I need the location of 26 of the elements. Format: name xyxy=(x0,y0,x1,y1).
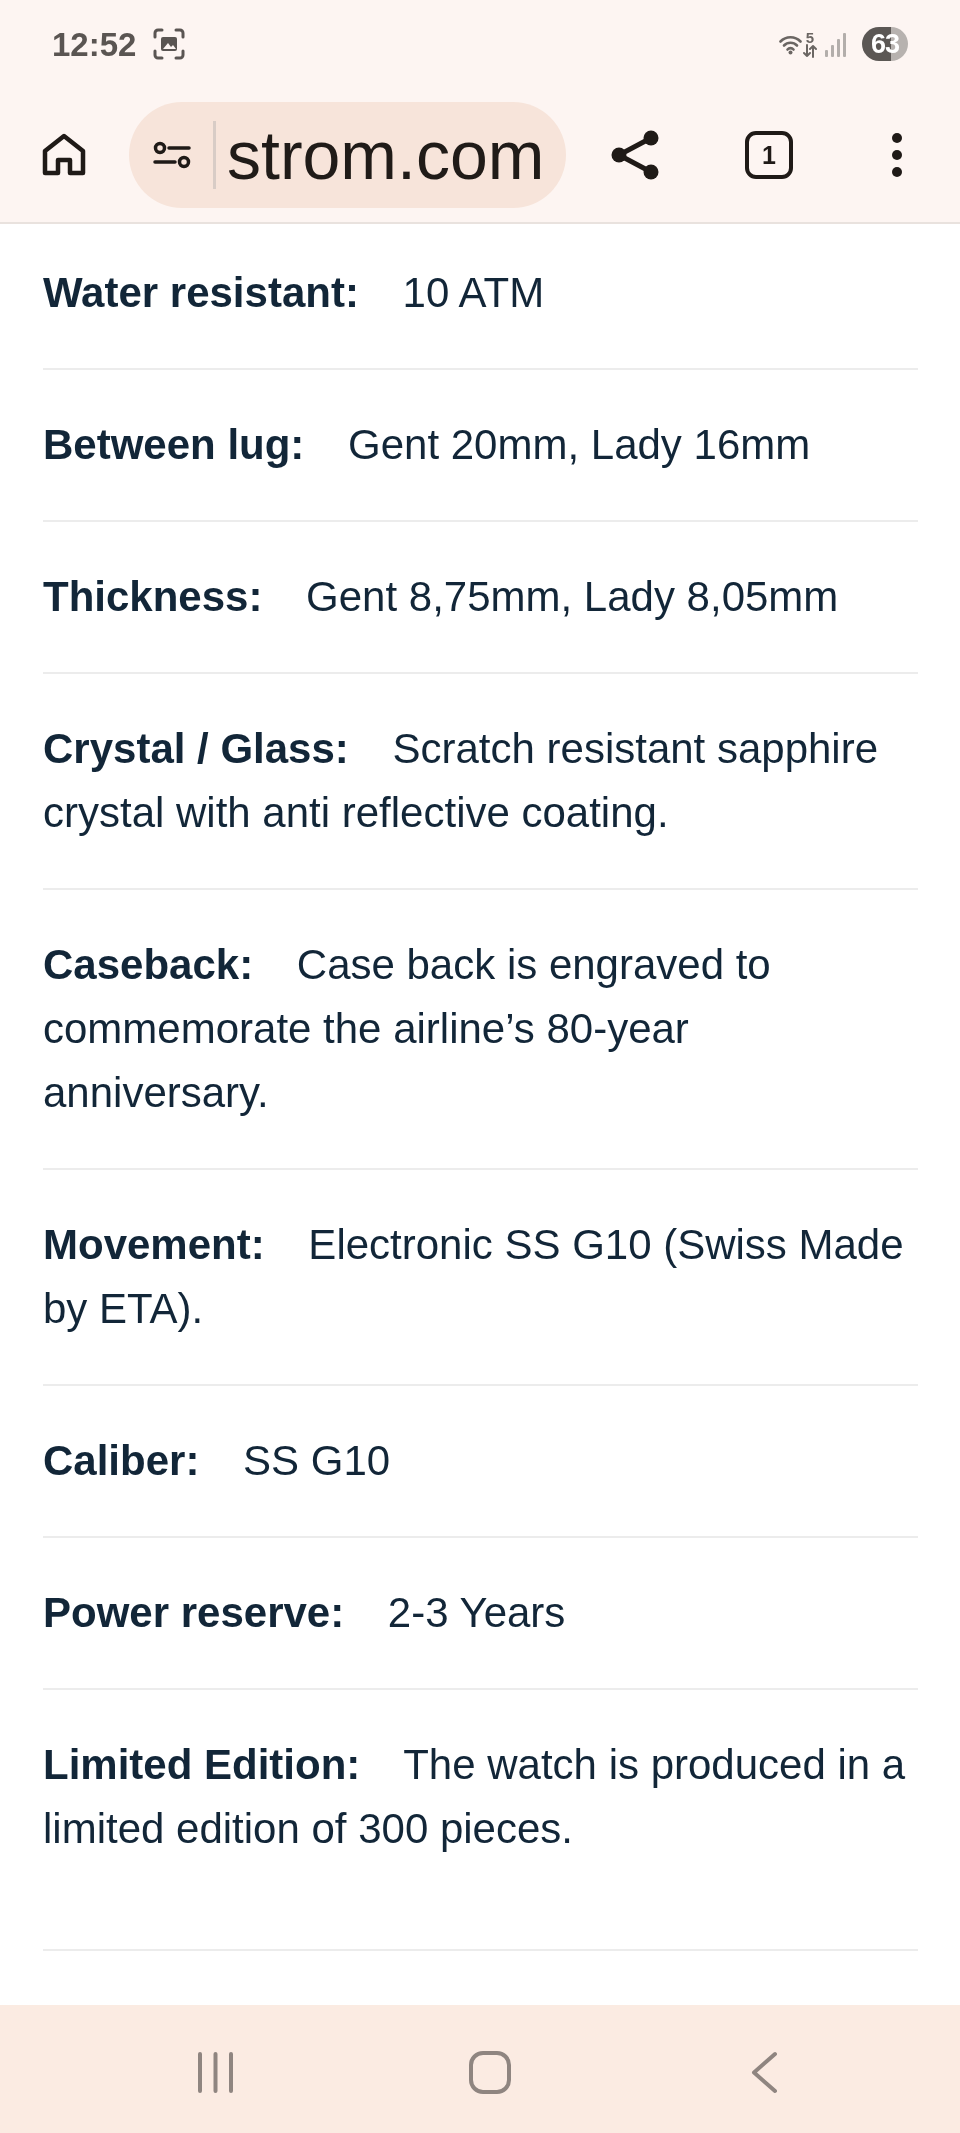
home-icon[interactable] xyxy=(41,132,87,178)
clock-time: 12:52 xyxy=(52,27,137,61)
spec-text: Crystal / Glass: Scratch resistant sapphire crystal with anti reflective coating. xyxy=(43,724,880,838)
menu-icon[interactable] xyxy=(892,133,902,177)
home-button-icon[interactable] xyxy=(469,2051,511,2094)
site-settings-icon[interactable] xyxy=(153,141,191,169)
spec-text: Movement: Electronic SS G10 (Swiss Made by ETA). xyxy=(43,1220,905,1334)
screenshot-icon xyxy=(153,28,186,60)
signal-icon xyxy=(823,31,848,57)
spec-text: Water resistant: 10 ATM xyxy=(43,268,546,318)
spec-text: Between lug: Gent 20mm, Lady 16mm xyxy=(43,420,812,470)
back-icon[interactable] xyxy=(751,2051,778,2094)
battery-indicator: 63 xyxy=(861,27,908,61)
address-bar[interactable]: strom.com xyxy=(129,102,566,208)
url-text: strom.com xyxy=(213,121,545,189)
spec-text: Caseback: Case back is engraved to commemorate the airline’s 80-year anniversary. xyxy=(43,940,772,1118)
wifi-label: 5 xyxy=(805,30,815,44)
recent-apps-icon[interactable] xyxy=(197,2051,234,2094)
spec-text: Thickness: Gent 8,75mm, Lady 8,05mm xyxy=(43,572,840,622)
spec-text: Caliber: SS G10 xyxy=(43,1436,392,1486)
tab-switcher-button[interactable]: 1 xyxy=(745,131,793,179)
spec-text: Power reserve: 2-3 Years xyxy=(43,1588,567,1638)
wifi-icon xyxy=(778,33,802,55)
spec-text: Limited Edition: The watch is produced in a limited edition of 300 pieces. xyxy=(43,1740,907,1854)
data-arrows-icon xyxy=(802,43,817,58)
share-icon[interactable] xyxy=(609,129,661,181)
